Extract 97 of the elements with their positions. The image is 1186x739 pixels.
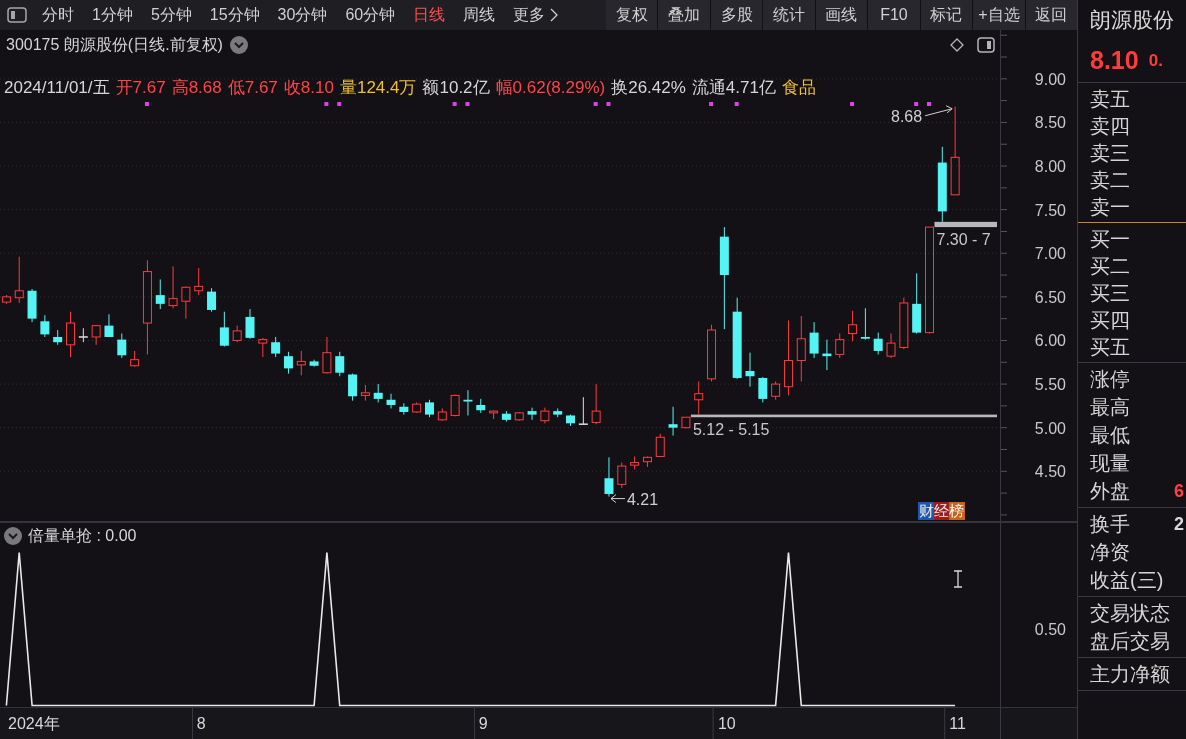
field-label: 买四 [1090,307,1130,333]
indicator-title: 倍量单抢 : 0.00 [28,526,137,546]
toolbar-button[interactable]: 返回 [1025,0,1077,30]
quote-field: 幅0.62(8.29%) [495,75,606,101]
field-label: 卖四 [1090,113,1130,139]
low-price-label: 4.21 [626,490,659,508]
period-tab[interactable]: 15分钟 [200,0,269,30]
candlestick [912,272,922,334]
field-label: 涨停 [1090,367,1130,392]
field-label: 盘后交易 [1090,629,1170,654]
period-tab[interactable]: 5分钟 [141,0,201,30]
field-label: 卖五 [1090,86,1130,112]
field-label: 主力净额 [1090,662,1170,687]
gap-label: 7.30 - 7 [936,231,991,249]
axis-label: 6.50 [1034,288,1066,306]
toolbar-button[interactable]: 复权 [606,0,658,30]
field-label: 净资 [1090,540,1130,565]
period-tab[interactable]: 1分钟 [83,0,142,30]
field-label: 卖一 [1090,194,1130,220]
toolbar-button[interactable]: F10 [868,0,920,30]
last-price: 8.10 [1090,45,1139,77]
period-tab[interactable]: 更多 [504,0,568,30]
candlestick [707,324,717,382]
toolbar-button[interactable]: 标记 [920,0,973,30]
field-label: 现量 [1090,451,1130,476]
quote-field: 低7.67 [227,75,278,101]
chevron-down-icon[interactable] [229,36,248,54]
field-label: 买一 [1090,226,1130,252]
field-label: 卖三 [1090,140,1130,166]
rank-badge[interactable]: 财经榜 [918,502,965,520]
quote-field: 换26.42% [611,75,686,101]
quote-field: 量124.4万 [339,75,417,101]
quote-field: 收8.10 [283,75,334,101]
chevron-right-icon [550,8,559,22]
field-label: 买三 [1090,280,1130,306]
toolbar-button[interactable]: 统计 [763,0,815,30]
field-label: 外盘 [1090,479,1130,504]
field-value: 2 [1174,512,1184,536]
quote-field: 高8.68 [171,75,222,101]
field-label: 交易状态 [1090,601,1170,626]
toolbar-button[interactable]: +自选 [973,0,1025,30]
diamond-icon [950,38,964,52]
axis-label: 11 [944,708,966,739]
candlestick [463,389,473,416]
field-label: 买五 [1090,334,1130,360]
stock-name: 朗源股份 [1090,7,1174,34]
axis-label: 8.00 [1034,158,1066,176]
quote-field: 2024/11/01/五 [4,75,110,101]
axis-label: 6.00 [1034,332,1066,350]
field-label: 卖二 [1090,167,1130,193]
candlestick [591,383,601,425]
quote-field: 开7.67 [115,75,166,101]
gap-label: 5.12 - 5.15 [692,421,770,439]
period-tab[interactable]: 30分钟 [268,0,337,30]
pointer-arrow [610,494,626,504]
quote-field: 流通4.71亿 [691,75,776,101]
axis-label: 8.50 [1034,114,1066,132]
price-change: 0. [1148,50,1163,73]
axis-label: 10 [712,708,736,739]
axis-title: 2024年 [8,713,60,734]
field-label: 最低 [1090,423,1130,448]
axis-label: 9.00 [1034,70,1066,88]
candlestick [604,456,614,498]
level-label: 0.50 [1034,621,1066,638]
candlestick [335,351,345,377]
candlestick [848,310,858,342]
toolbar-button[interactable]: 叠加 [658,0,710,30]
toolbar-button[interactable]: 多股 [710,0,763,30]
axis-label: 4.50 [1034,463,1066,481]
period-tab[interactable]: 日线 [404,0,455,30]
axis-label: 5.00 [1034,419,1066,437]
chevron-down-icon[interactable] [4,527,22,545]
period-tab[interactable]: 周线 [454,0,505,30]
period-tab[interactable]: 分时 [33,0,83,30]
split-panel-icon [977,37,995,53]
quote-field: 额10.2亿 [422,75,490,101]
toolbar-button[interactable]: 画线 [815,0,868,30]
candlestick [322,336,332,375]
field-label: 收益(三) [1090,568,1164,593]
axis-label: 7.50 [1034,201,1066,219]
high-price-label: 8.68 [891,107,923,125]
text-cursor-icon [953,570,963,588]
panel-toggle-icon [7,7,27,23]
field-value: 6 [1174,479,1184,503]
field-label: 最高 [1090,395,1130,420]
field-label: 换手 [1090,512,1130,537]
axis-label: 7.00 [1034,245,1066,263]
axis-label: 5.50 [1034,376,1066,394]
quote-field: 食品 [781,75,816,101]
field-label: 买二 [1090,253,1130,279]
axis-label: 8 [191,708,206,739]
candlestick [450,394,460,417]
gap-band [934,221,997,228]
axis-label: 9 [473,708,488,739]
chart-title: 300175 朗源股份(日线.前复权) [6,35,223,55]
pointer-arrow [924,105,953,117]
period-tab[interactable]: 60分钟 [336,0,405,30]
